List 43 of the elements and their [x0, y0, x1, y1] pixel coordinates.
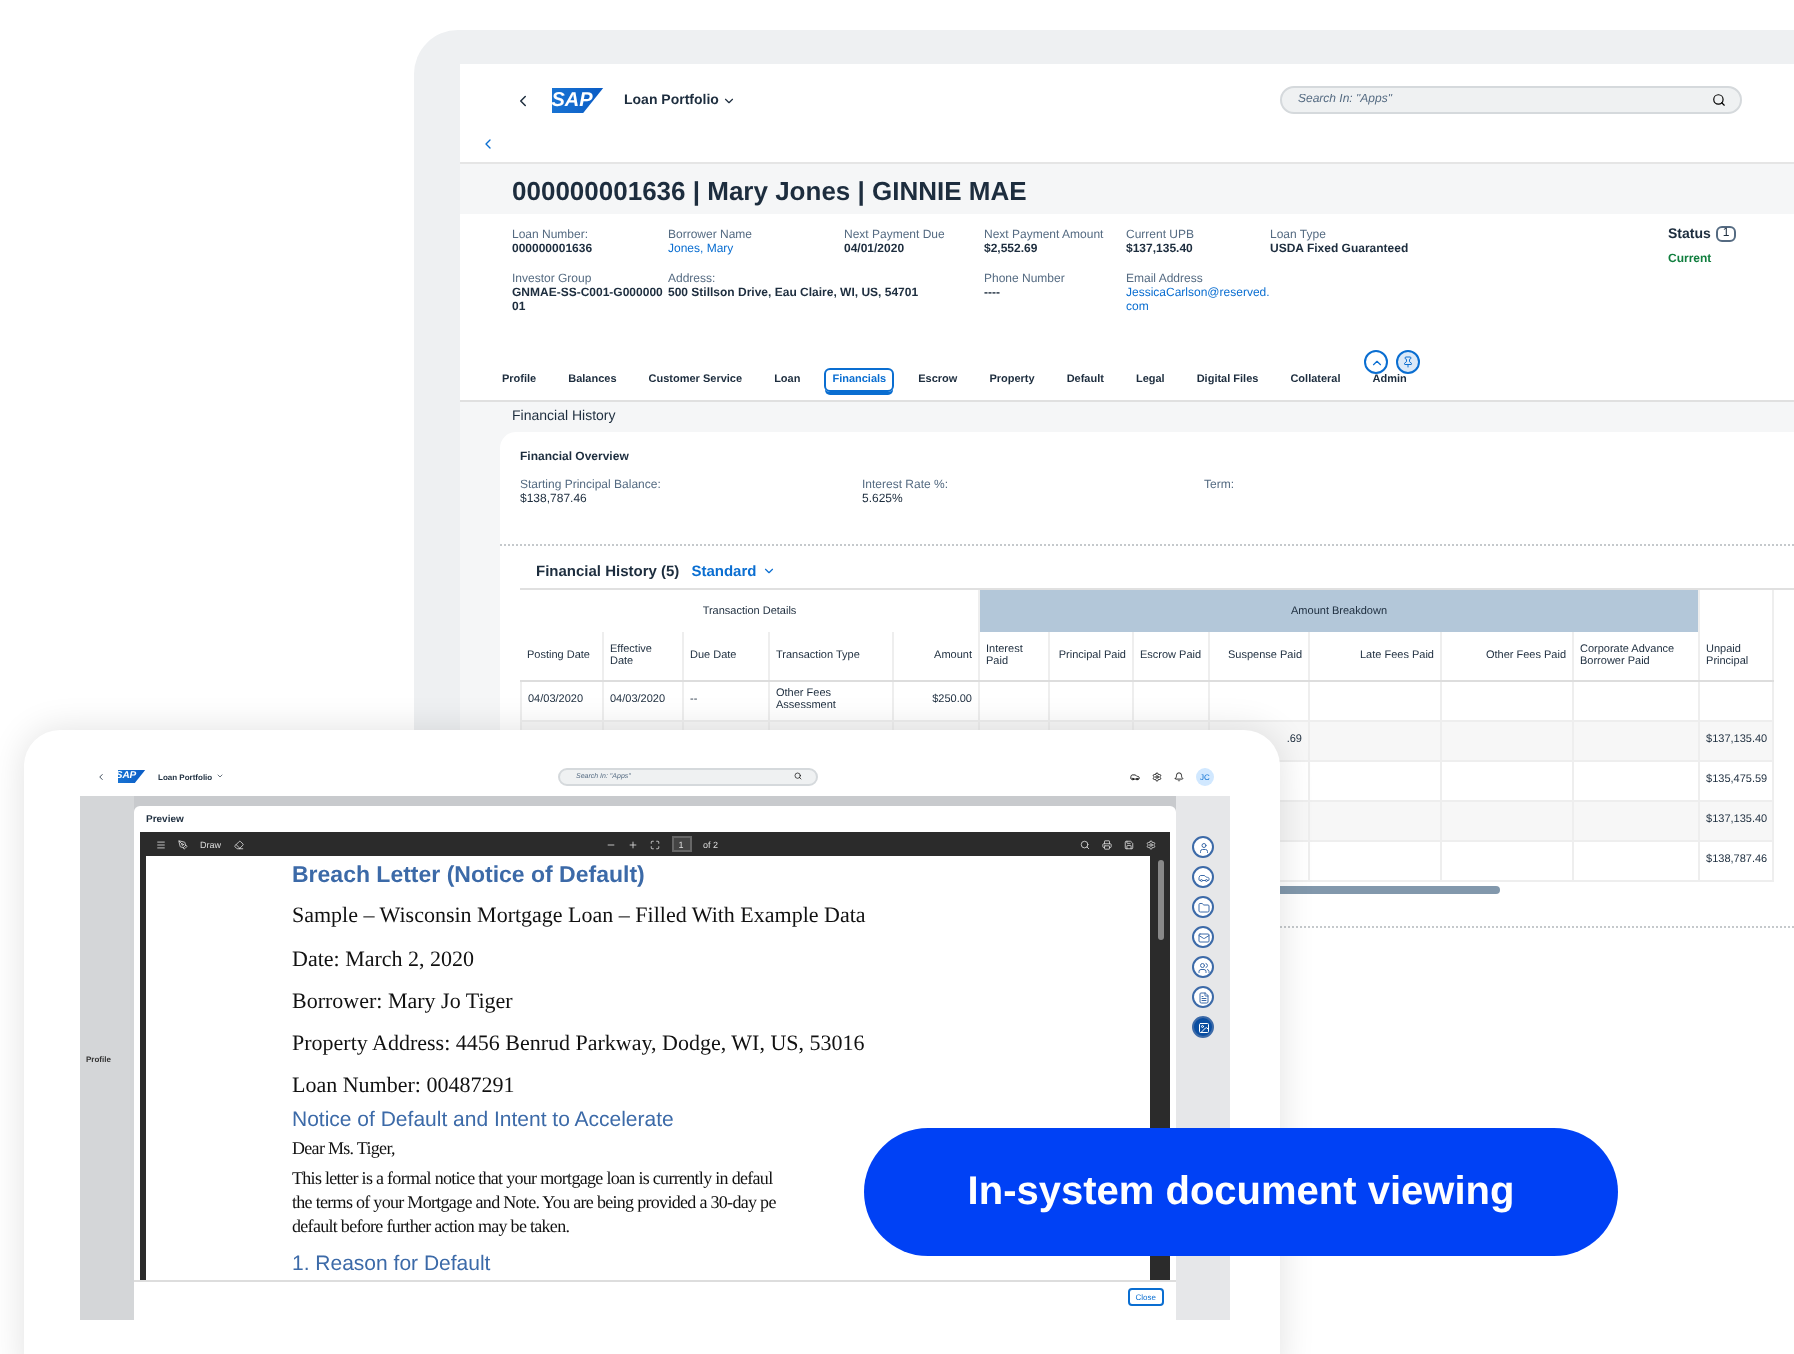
chevron-up-icon: [1369, 355, 1383, 369]
pin-icon: [1402, 356, 1414, 368]
document-text: Dear Ms. Tiger,: [292, 1136, 395, 1160]
document-text: Loan Number: 00487291: [292, 1072, 515, 1102]
document-heading: Notice of Default and Intent to Accelerate: [292, 1108, 674, 1136]
back-icon[interactable]: [514, 91, 532, 109]
document-text: Borrower: Mary Jo Tiger: [292, 988, 513, 1018]
document-text: the terms of your Mortgage and Note. You are being provided a 30-day pe: [292, 1190, 776, 1214]
caret-icon: [762, 564, 777, 578]
fit-icon[interactable]: [649, 839, 659, 849]
document-text: Property Address: 4456 Benrud Parkway, Dodge, WI, US, 53016: [292, 1030, 865, 1060]
document-text: Date: March 2, 2020: [292, 946, 475, 976]
page-title: 000000001636 | Mary Jones | GINNIE MAE: [510, 174, 1029, 210]
document-text: This letter is a formal notice that your mortgage loan is currently in defaul: [292, 1166, 773, 1190]
print-icon[interactable]: [1102, 839, 1112, 849]
settings-icon[interactable]: [1152, 771, 1162, 781]
zoom-in-icon[interactable]: [627, 839, 637, 849]
image-icon[interactable]: [1192, 1016, 1214, 1038]
collapse-button[interactable]: [1364, 350, 1388, 374]
search-icon: [1712, 93, 1726, 107]
logo: SAP: [552, 87, 604, 113]
caret-icon: [722, 93, 737, 107]
pin-button[interactable]: [1396, 350, 1420, 374]
document-text: default before further action may be taken.: [292, 1214, 570, 1238]
bell-icon[interactable]: [1174, 771, 1184, 781]
document-title: Breach Letter (Notice of Default): [292, 864, 645, 892]
menu-icon[interactable]: [156, 839, 166, 849]
person-icon[interactable]: [1192, 836, 1214, 858]
mail-icon[interactable]: [1192, 926, 1214, 948]
document-icon[interactable]: [1192, 986, 1214, 1008]
scrollbar: [1158, 860, 1164, 940]
zoom-out-icon[interactable]: [605, 839, 615, 849]
caption-banner: In-system document viewing: [864, 1128, 1618, 1256]
pen-icon[interactable]: [178, 839, 188, 849]
car-icon[interactable]: [1130, 771, 1140, 781]
save-icon[interactable]: [1124, 839, 1134, 849]
people-icon[interactable]: [1192, 956, 1214, 978]
document-heading: 1. Reason for Default: [292, 1252, 491, 1280]
search-icon[interactable]: [1080, 839, 1090, 849]
search-icon: [794, 772, 802, 780]
folder-icon[interactable]: [1192, 896, 1214, 918]
document-subtitle: Sample – Wisconsin Mortgage Loan – Filled With Example Data: [292, 902, 866, 932]
eraser-icon[interactable]: [233, 839, 244, 849]
